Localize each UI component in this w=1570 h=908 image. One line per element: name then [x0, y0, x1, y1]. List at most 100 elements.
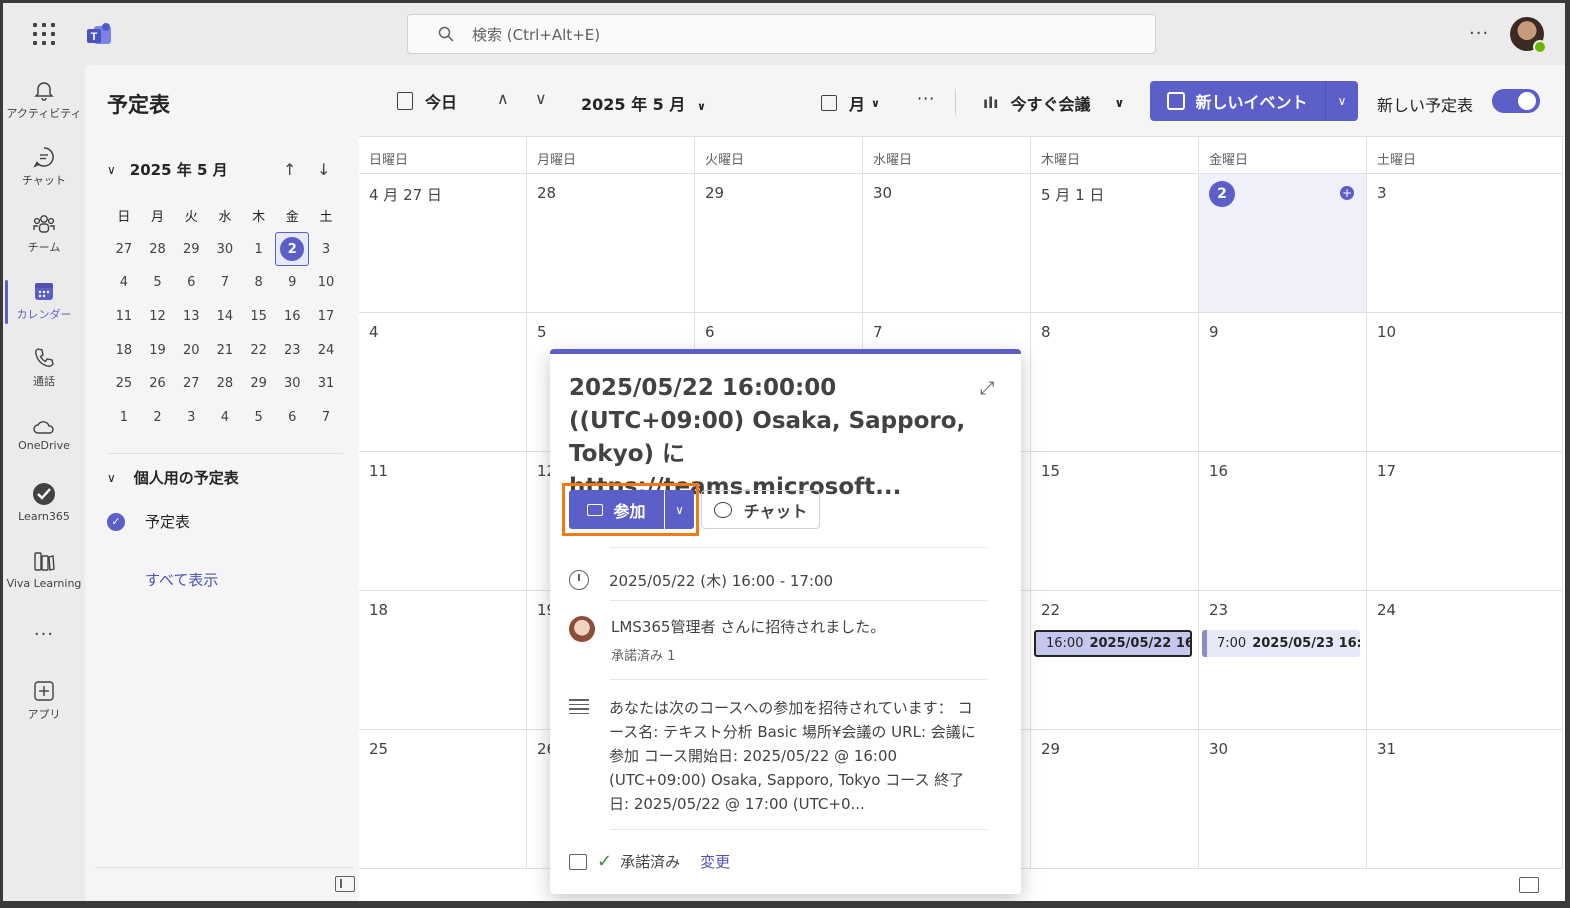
join-main[interactable]: 参加	[569, 490, 665, 529]
day-cell[interactable]: 3	[1367, 174, 1563, 313]
search-box[interactable]: 検索 (Ctrl+Alt+E)	[407, 14, 1156, 54]
mini-day[interactable]: 27	[107, 233, 141, 267]
day-cell[interactable]: 9	[1199, 313, 1367, 452]
day-cell[interactable]: 8	[1031, 313, 1199, 452]
mini-day[interactable]: 6	[174, 266, 208, 300]
mini-day[interactable]: 27	[174, 367, 208, 401]
day-cell[interactable]: 24	[1367, 591, 1563, 730]
day-cell[interactable]: 31	[1367, 730, 1563, 869]
mini-day[interactable]: 28	[208, 367, 242, 401]
mini-day[interactable]: 2	[141, 401, 175, 435]
mini-day[interactable]: 5	[141, 266, 175, 300]
mini-day[interactable]: 25	[107, 367, 141, 401]
mini-day[interactable]: 4	[107, 266, 141, 300]
mini-day[interactable]: 7	[208, 266, 242, 300]
calendar-group-header[interactable]: ∨ 個人用の予定表	[107, 467, 239, 488]
mini-day[interactable]: 1	[242, 233, 276, 267]
day-cell[interactable]: 11	[359, 452, 527, 591]
mini-day[interactable]: 16	[275, 300, 309, 334]
arrow-down-icon[interactable]: ↓	[317, 160, 330, 179]
accepted-count[interactable]: 承諾済み 1	[611, 645, 885, 664]
day-cell[interactable]: 17	[1367, 452, 1563, 591]
rail-activity[interactable]: アクティビティ	[3, 69, 85, 131]
chevron-up-icon[interactable]: ∧	[497, 89, 509, 108]
mini-day[interactable]: 3	[174, 401, 208, 435]
mini-day[interactable]: 18	[107, 333, 141, 367]
mini-day[interactable]: 28	[141, 233, 175, 267]
day-cell[interactable]: 15	[1031, 452, 1199, 591]
mini-day[interactable]: 31	[309, 367, 343, 401]
mini-day[interactable]: 20	[174, 333, 208, 367]
mini-day[interactable]: 1	[107, 401, 141, 435]
day-cell[interactable]: 29	[695, 174, 863, 313]
day-cell[interactable]: 5 月 1 日	[1031, 174, 1199, 313]
calendar-item[interactable]: ✓ 予定表	[107, 511, 190, 532]
chevron-down-icon[interactable]: ∨	[535, 89, 547, 108]
new-event-button[interactable]: 新しいイベント ∨	[1150, 81, 1358, 121]
day-cell[interactable]: 30	[1199, 730, 1367, 869]
mini-day[interactable]: 17	[309, 300, 343, 334]
app-launcher-icon[interactable]	[33, 23, 55, 45]
expand-icon[interactable]: ⤢	[980, 378, 994, 399]
day-cell[interactable]: 4 月 27 日	[359, 174, 527, 313]
chat-button[interactable]: チャット	[701, 490, 820, 529]
mini-day[interactable]: 30	[275, 367, 309, 401]
chevron-down-icon[interactable]: ∨	[107, 163, 116, 177]
mini-day[interactable]: 2	[275, 232, 309, 267]
chevron-down-icon[interactable]: ∨	[1114, 96, 1124, 110]
day-cell[interactable]: 2 +	[1199, 174, 1367, 313]
change-response-link[interactable]: 変更	[700, 851, 730, 872]
mini-day[interactable]: 8	[242, 266, 276, 300]
calendar-event[interactable]: 7:00 2025/05/23 16:00	[1202, 630, 1360, 657]
day-cell[interactable]: 23	[1199, 591, 1367, 730]
mini-day[interactable]: 3	[309, 233, 343, 267]
mini-day[interactable]: 6	[275, 401, 309, 435]
organizer-avatar[interactable]	[569, 616, 595, 642]
mini-day[interactable]: 29	[242, 367, 276, 401]
new-calendar-toggle[interactable]	[1492, 89, 1540, 113]
join-button[interactable]: 参加 ∨	[569, 490, 694, 529]
mini-day[interactable]: 14	[208, 300, 242, 334]
mini-day[interactable]: 24	[309, 333, 343, 367]
day-cell[interactable]: 25	[359, 730, 527, 869]
checkmark-icon[interactable]: ✓	[107, 512, 125, 531]
rail-teams[interactable]: チーム	[3, 203, 85, 265]
collapse-panel-icon[interactable]	[335, 876, 355, 892]
rail-viva-learning[interactable]: Viva Learning	[3, 538, 85, 600]
mini-day[interactable]: 19	[141, 333, 175, 367]
mini-day[interactable]: 13	[174, 300, 208, 334]
mini-day[interactable]: 26	[141, 367, 175, 401]
mini-day[interactable]: 7	[309, 401, 343, 435]
mini-day[interactable]: 30	[208, 233, 242, 267]
rail-more[interactable]: ···	[3, 603, 85, 665]
day-cell[interactable]: 10	[1367, 313, 1563, 452]
mini-day[interactable]: 21	[208, 333, 242, 367]
chevron-down-icon[interactable]: ∨	[1326, 94, 1358, 108]
mini-day[interactable]: 23	[275, 333, 309, 367]
mini-day[interactable]: 15	[242, 300, 276, 334]
today-button[interactable]: 今日	[397, 89, 457, 113]
meet-now-button[interactable]: ılı 今すぐ会議 ∨	[983, 91, 1124, 115]
more-options-icon[interactable]: ···	[1469, 23, 1489, 44]
day-cell[interactable]: 28	[527, 174, 695, 313]
mini-day[interactable]: 10	[309, 266, 343, 300]
rail-calendar[interactable]: カレンダー	[3, 270, 85, 332]
mini-day[interactable]: 22	[242, 333, 276, 367]
mini-day[interactable]: 5	[242, 401, 276, 435]
user-avatar[interactable]	[1510, 17, 1547, 54]
rail-learn365[interactable]: Learn365	[3, 471, 85, 533]
new-event-main[interactable]: 新しいイベント	[1150, 81, 1326, 121]
day-cell[interactable]: 4	[359, 313, 527, 452]
rail-calls[interactable]: 通話	[3, 337, 85, 399]
collapse-panel-icon[interactable]	[1519, 877, 1539, 893]
mini-day[interactable]: 9	[275, 266, 309, 300]
mini-day[interactable]: 4	[208, 401, 242, 435]
day-cell[interactable]: 18	[359, 591, 527, 730]
day-cell[interactable]: 16	[1199, 452, 1367, 591]
add-event-icon[interactable]: +	[1340, 186, 1354, 200]
day-cell[interactable]: 29	[1031, 730, 1199, 869]
chevron-down-icon[interactable]: ∨	[665, 490, 694, 529]
calendar-event[interactable]: 16:00 2025/05/22 16:00	[1034, 630, 1192, 657]
toolbar-more-icon[interactable]: ···	[917, 89, 935, 108]
mini-day[interactable]: 29	[174, 233, 208, 267]
